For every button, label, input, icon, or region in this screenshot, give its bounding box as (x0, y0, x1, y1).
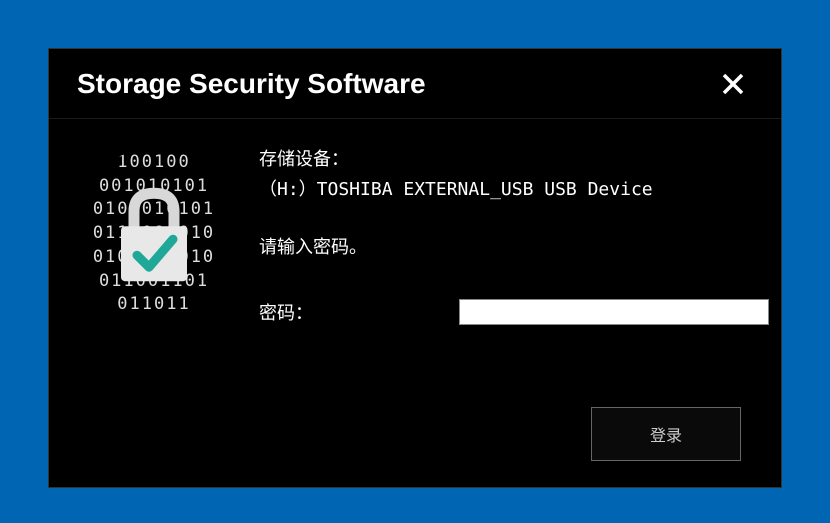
login-button[interactable]: 登录 (591, 407, 741, 461)
password-prompt: 请输入密码。 (259, 233, 769, 259)
password-input[interactable] (459, 299, 769, 325)
titlebar: Storage Security Software (49, 49, 781, 119)
close-icon (721, 72, 745, 96)
device-name: （H:）TOSHIBA EXTERNAL_USB USB Device (259, 175, 769, 201)
login-button-label: 登录 (650, 422, 682, 446)
lock-graphic: 100100 001010101 0100010101 0111001010 0… (69, 149, 239, 319)
password-label: 密码： (259, 299, 459, 325)
close-button[interactable] (713, 64, 753, 104)
button-row: 登录 (591, 407, 741, 461)
app-window: Storage Security Software 100100 0010101… (48, 48, 782, 488)
window-title: Storage Security Software (77, 68, 426, 100)
password-row: 密码： (259, 299, 769, 325)
lock-icon (109, 181, 199, 291)
content-area: 100100 001010101 0100010101 0111001010 0… (49, 119, 781, 487)
device-label: 存储设备： (259, 145, 769, 171)
